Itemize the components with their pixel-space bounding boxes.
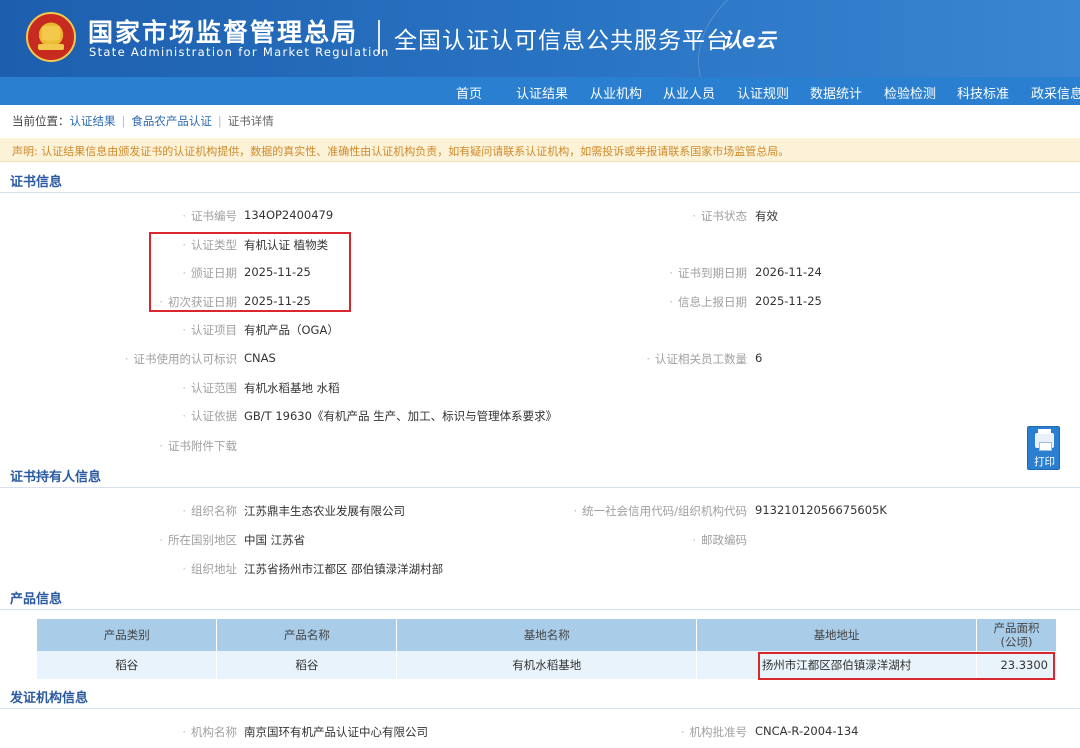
disclaimer-notice: 声明: 认证结果信息由颁发证书的认证机构提供，数据的真实性、准确性由认证机构负责… [0,138,1080,162]
nav-item-home[interactable]: 首页 [456,83,482,102]
platform-logo: 认e云 [722,28,776,52]
field-value-approval-no: CNCA-R-2004-134 [755,724,859,738]
field-label-cert-item: 认证项目 [182,322,237,338]
org-name-cn: 国家市场监督管理总局 [88,18,359,47]
field-label-issuer-name: 机构名称 [182,724,237,740]
nav-item-procurement[interactable]: 政采信息 [1031,83,1080,102]
org-name-en: State Administration for Market Regulati… [89,45,390,59]
field-label-postcode: 邮政编码 [692,532,747,548]
field-label-region: 所在国别地区 [159,532,237,548]
field-label-attachment: 证书附件下载 [159,438,237,454]
section-divider [0,708,1080,709]
section-title-cert-info: 证书信息 [10,175,63,190]
column-header-category: 产品类别 [37,619,218,651]
field-label-cert-status: 证书状态 [692,208,747,224]
breadcrumb-current: 证书详情 [227,114,274,128]
field-label-holder-name: 组织名称 [182,503,237,519]
field-label-approval-no: 机构批准号 [681,724,748,740]
breadcrumb-cert-results[interactable]: 认证结果 [70,114,116,128]
section-divider [0,609,1080,610]
field-value-basis: GB/T 19630《有机产品 生产、加工、标识与管理体系要求》 [244,409,558,423]
field-label-expire-date: 证书到期日期 [669,265,747,281]
cell-category: 稻谷 [37,651,218,679]
cell-base-name: 有机水稻基地 [396,651,698,679]
cell-product-name: 稻谷 [216,651,398,679]
field-value-issuer-name: 南京国环有机产品认证中心有限公司 [244,725,428,739]
print-button[interactable]: 打印 [1027,426,1060,470]
field-value-cert-item: 有机产品（OGA） [244,323,339,337]
field-label-cert-no: 证书编号 [182,208,237,224]
nav-item-institutions[interactable]: 从业机构 [590,83,642,102]
table-header-row: 产品类别 产品名称 基地名称 基地地址 产品面积 (公顷) [37,619,1058,651]
field-value-cert-status: 有效 [755,209,778,223]
field-value-region: 中国 江苏省 [244,533,306,547]
column-header-area-line2: (公顷) [1000,635,1033,649]
printer-icon [1035,429,1054,451]
field-label-basis: 认证依据 [182,408,237,424]
field-label-staff-count: 认证相关员工数量 [646,351,747,367]
nav-item-standards[interactable]: 科技标准 [957,83,1009,102]
field-value-holder-name: 江苏鼎丰生态农业发展有限公司 [244,504,405,518]
column-header-base-address: 基地地址 [696,619,977,651]
section-divider [0,487,1080,488]
breadcrumb-separator: | [121,114,126,128]
field-value-credit-code: 91321012056675605K [755,503,887,517]
field-value-report-date: 2025-11-25 [755,294,822,308]
nav-item-cert-rules[interactable]: 认证规则 [737,83,789,102]
breadcrumb-food-agri[interactable]: 食品农产品认证 [131,114,212,128]
breadcrumb-separator: | [217,114,222,128]
nav-item-cert-results[interactable]: 认证结果 [516,83,568,102]
field-value-accr-mark: CNAS [244,351,276,365]
nav-item-inspection[interactable]: 检验检测 [884,83,936,102]
national-emblem-icon [26,12,76,62]
print-button-label: 打印 [1034,456,1055,468]
highlight-box-base-address [758,652,1055,680]
field-value-staff-count: 6 [755,351,763,365]
section-title-holder-info: 证书持有人信息 [10,470,102,485]
breadcrumb: 当前位置：认证结果 | 食品农产品认证 | 证书详情 [12,113,274,129]
field-label-report-date: 信息上报日期 [669,294,747,310]
column-header-product-name: 产品名称 [216,619,398,651]
section-title-product-info: 产品信息 [10,592,63,607]
breadcrumb-prefix: 当前位置： [12,114,70,128]
section-divider [0,192,1080,193]
field-value-scope: 有机水稻基地 水稻 [244,381,340,395]
site-header: 国家市场监督管理总局 State Administration for Mark… [0,0,1080,77]
field-value-cert-no: 134OP2400479 [244,208,334,222]
column-header-base-name: 基地名称 [396,619,698,651]
platform-title: 全国认证认可信息公共服务平台 [394,28,730,54]
field-value-holder-address: 江苏省扬州市江都区 邵伯镇渌洋湖村部 [244,562,444,576]
field-label-scope: 认证范围 [182,380,237,396]
field-value-expire-date: 2026-11-24 [755,265,822,279]
column-header-area-line1: 产品面积 [993,621,1040,635]
field-label-accr-mark: 证书使用的认可标识 [125,351,238,367]
highlight-box-dates [149,232,351,312]
column-header-area: 产品面积 (公顷) [976,619,1058,651]
main-nav: 首页 认证结果 从业机构 从业人员 认证规则 数据统计 检验检测 科技标准 政采… [0,77,1080,105]
field-label-holder-address: 组织地址 [182,561,237,577]
header-divider [378,20,380,54]
nav-item-practitioners[interactable]: 从业人员 [663,83,715,102]
nav-item-statistics[interactable]: 数据统计 [810,83,862,102]
section-title-issuer-info: 发证机构信息 [10,691,89,706]
field-label-credit-code: 统一社会信用代码/组织机构代码 [573,503,747,519]
